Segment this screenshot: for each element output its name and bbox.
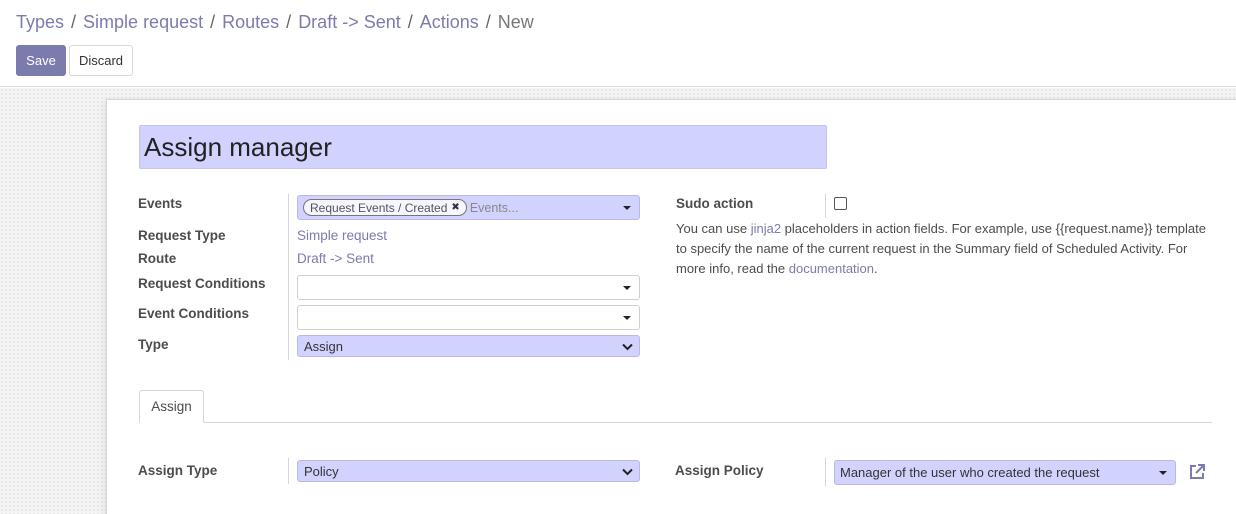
assign-type-label: Assign Type [138, 463, 218, 478]
request-type-label: Request Type [138, 228, 226, 243]
request-type-link[interactable]: Simple request [297, 228, 387, 243]
route-link[interactable]: Draft -> Sent [297, 251, 374, 266]
assign-policy-field[interactable]: Manager of the user who created the requ… [834, 460, 1176, 485]
breadcrumb-item-route[interactable]: Draft -> Sent [298, 12, 401, 33]
breadcrumb-item-current: New [497, 12, 534, 32]
help-text-part: . [874, 261, 878, 276]
breadcrumb-separator: / [71, 12, 77, 32]
help-text-part: You can use [676, 221, 751, 236]
documentation-link[interactable]: documentation [789, 261, 874, 276]
jinja2-link[interactable]: jinja2 [751, 221, 781, 236]
type-value: Assign [304, 338, 344, 354]
request-conditions-field[interactable] [297, 275, 640, 300]
form-view-background: Assign manager Events Request Type Route… [0, 88, 1236, 514]
sudo-action-label: Sudo action [676, 196, 754, 211]
label-separator [825, 458, 826, 486]
assign-type-select[interactable]: Policy [297, 460, 640, 482]
chevron-down-icon[interactable] [623, 286, 631, 290]
label-separator [288, 194, 289, 360]
form-sheet: Assign manager Events Request Type Route… [106, 99, 1236, 514]
type-label: Type [138, 337, 169, 352]
discard-button[interactable]: Discard [69, 45, 133, 76]
breadcrumb-separator: / [210, 12, 216, 32]
save-button[interactable]: Save [16, 45, 66, 76]
route-label: Route [138, 251, 177, 266]
notebook-tabs-border [139, 422, 1212, 423]
sudo-action-checkbox[interactable] [834, 197, 847, 210]
assign-policy-value: Manager of the user who created the requ… [840, 465, 1100, 480]
close-icon[interactable]: ✖ [451, 202, 459, 213]
chevron-down-icon [621, 465, 634, 478]
chevron-down-icon[interactable] [623, 206, 631, 210]
chevron-down-icon [621, 340, 634, 353]
event-tag-label: Request Events / Created [310, 200, 448, 215]
events-placeholder: Events... [469, 200, 519, 215]
jinja-help-text: You can use jinja2 placeholders in actio… [676, 219, 1216, 279]
event-conditions-field[interactable] [297, 305, 640, 330]
label-separator [288, 458, 289, 484]
tab-assign[interactable]: Assign [139, 390, 204, 423]
control-panel: Types / Simple request / Routes / Draft … [0, 0, 1236, 87]
event-tag: Request Events / Created ✖ [303, 199, 467, 216]
events-many2many-field[interactable]: Request Events / Created ✖ Events... [297, 195, 640, 220]
assign-type-value: Policy [304, 463, 339, 479]
request-conditions-label: Request Conditions [138, 276, 266, 291]
breadcrumb-item-routes[interactable]: Routes [222, 12, 279, 33]
breadcrumb-separator: / [286, 12, 292, 32]
type-select[interactable]: Assign [297, 335, 640, 357]
label-separator [825, 194, 826, 218]
breadcrumb-item-types[interactable]: Types [16, 12, 64, 33]
breadcrumb-item-actions[interactable]: Actions [420, 12, 479, 33]
chevron-down-icon[interactable] [1159, 471, 1167, 475]
event-conditions-label: Event Conditions [138, 306, 249, 321]
breadcrumb: Types / Simple request / Routes / Draft … [16, 12, 534, 33]
events-label: Events [138, 196, 183, 211]
chevron-down-icon[interactable] [623, 316, 631, 320]
external-link-icon[interactable] [1187, 462, 1207, 482]
breadcrumb-separator: / [485, 12, 491, 32]
assign-policy-label: Assign Policy [675, 463, 764, 478]
breadcrumb-separator: / [407, 12, 413, 32]
action-name-input[interactable]: Assign manager [139, 125, 827, 169]
breadcrumb-item-simple-request[interactable]: Simple request [83, 12, 203, 33]
